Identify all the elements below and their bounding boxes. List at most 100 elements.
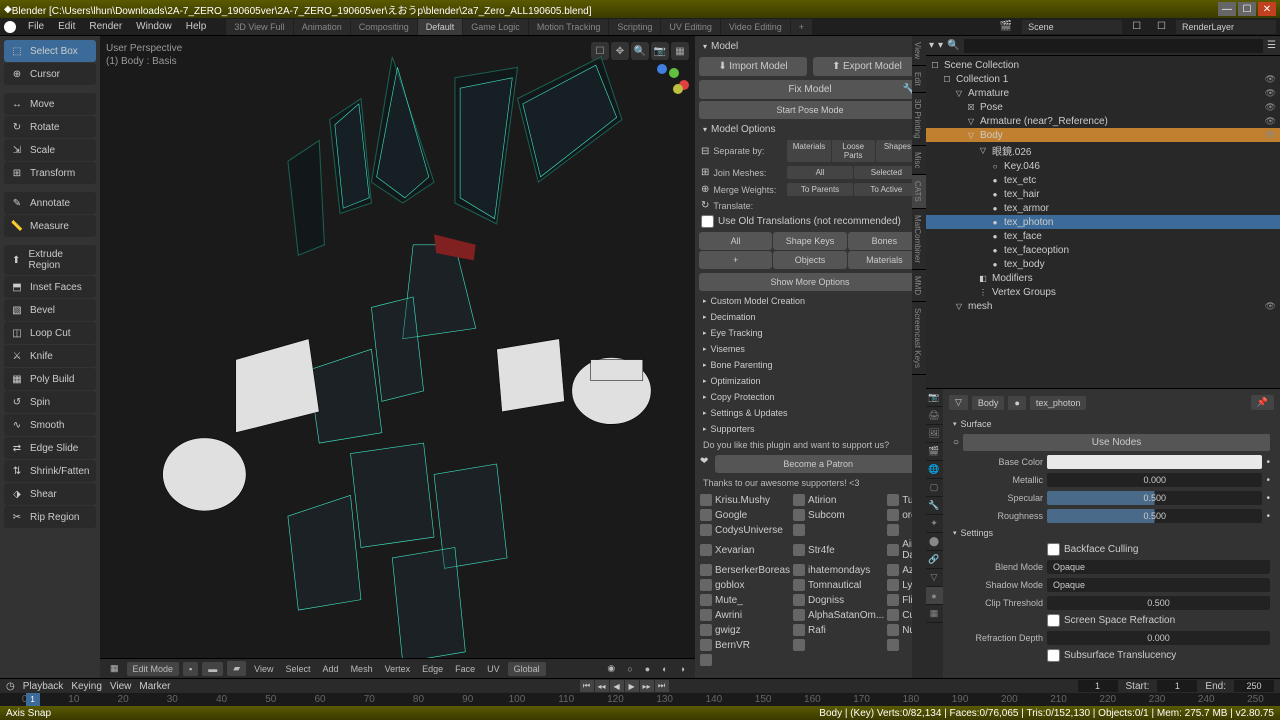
view-camera-icon[interactable]: 📷 — [651, 42, 669, 60]
prop-material-name[interactable]: tex_photon — [1030, 396, 1087, 410]
timeline-icon[interactable]: ◷ — [6, 681, 15, 692]
orientation-gizmo[interactable] — [649, 64, 689, 104]
workspace-tab[interactable]: Animation — [294, 19, 350, 35]
metallic-value[interactable]: 0.000 — [1047, 473, 1262, 487]
tool-bevel[interactable]: ▧Bevel — [4, 299, 96, 321]
tree-item[interactable]: ▽Armature (near?_Reference)👁 — [925, 114, 1280, 128]
viewmenu-uv[interactable]: UV — [483, 662, 504, 676]
prop-tab-constraint-icon[interactable]: 🔗 — [925, 551, 943, 569]
translate-materials-button[interactable]: Materials — [848, 251, 921, 269]
merge-active-button[interactable]: To Active — [854, 183, 919, 196]
side-tab-cats[interactable]: CATS — [912, 175, 926, 209]
translate-shapekeys-button[interactable]: Shape Keys — [773, 232, 846, 250]
tree-item[interactable]: ▽Armature👁 — [925, 86, 1280, 100]
tool-select-box[interactable]: ⬚Select Box — [4, 40, 96, 62]
tree-item[interactable]: ●tex_face — [925, 229, 1280, 243]
prop-tab-render-icon[interactable]: 📷 — [925, 389, 943, 407]
workspace-tab[interactable]: Video Editing — [721, 19, 790, 35]
select-mode-edge-icon[interactable]: ▬ — [202, 662, 223, 676]
editor-type-icon[interactable]: ▦ — [106, 661, 123, 676]
shading-solid-icon[interactable]: ● — [641, 662, 654, 676]
tool-poly-build[interactable]: ▦Poly Build — [4, 368, 96, 390]
menu-edit[interactable]: Edit — [52, 19, 81, 34]
workspace-tab[interactable]: Scripting — [609, 19, 660, 35]
3d-viewport[interactable]: User Perspective (1) Body : Basis ☐ ✥ 🔍 … — [100, 36, 695, 678]
shading-rendered-icon[interactable]: ◑ — [676, 662, 689, 676]
tree-item[interactable]: ●tex_hair — [925, 187, 1280, 201]
translate-all-button[interactable]: All — [699, 232, 772, 250]
workspace-tab-active[interactable]: Default — [418, 19, 463, 35]
timeline-view[interactable]: View — [110, 681, 132, 692]
select-mode-vert-icon[interactable]: ▪ — [183, 662, 198, 676]
current-frame-input[interactable] — [1078, 680, 1118, 692]
end-frame-input[interactable] — [1234, 680, 1274, 692]
translate-add-button[interactable]: + — [699, 251, 772, 269]
timeline-keying[interactable]: Keying — [71, 681, 102, 692]
cats-section-eye-tracking[interactable]: Eye Tracking — [697, 325, 923, 341]
cats-model-header[interactable]: Model — [697, 38, 923, 55]
show-more-options-button[interactable]: Show More Options — [699, 273, 921, 291]
start-pose-mode-button[interactable]: Start Pose Mode — [699, 101, 921, 119]
base-color-swatch[interactable] — [1047, 455, 1262, 469]
tool-extrude-region[interactable]: ⬆Extrude Region — [4, 245, 96, 275]
old-translations-checkbox[interactable] — [701, 215, 714, 228]
prop-tab-modifier-icon[interactable]: 🔧 — [925, 497, 943, 515]
separate-loose-button[interactable]: Loose Parts — [832, 140, 875, 162]
refraction-depth-value[interactable]: 0.000 — [1047, 631, 1270, 645]
next-key-icon[interactable]: ▸▸ — [640, 680, 654, 692]
prop-object-name[interactable]: Body — [972, 396, 1005, 410]
outliner-mode-icon[interactable]: ▾ — [929, 40, 934, 51]
viewmenu-edge[interactable]: Edge — [418, 662, 447, 676]
translate-bones-button[interactable]: Bones — [848, 232, 921, 250]
transform-orientation[interactable]: Global — [508, 662, 546, 676]
prop-tab-texture-icon[interactable]: ▦ — [925, 605, 943, 623]
tool-scale[interactable]: ⇲Scale — [4, 139, 96, 161]
side-tab-misc[interactable]: Misc — [912, 146, 926, 175]
prop-tab-physics-icon[interactable]: ⬤ — [925, 533, 943, 551]
cats-section-visemes[interactable]: Visemes — [697, 341, 923, 357]
tool-rip-region[interactable]: ✂Rip Region — [4, 506, 96, 528]
tree-item[interactable]: ●tex_body — [925, 257, 1280, 271]
timeline-track[interactable]: 1 01020304050607080901001101201301401501… — [0, 693, 1280, 706]
prop-tab-material-icon[interactable]: ● — [925, 587, 943, 605]
workspace-tab[interactable]: 3D View Full — [226, 19, 292, 35]
menu-file[interactable]: File — [22, 19, 50, 34]
ssr-checkbox[interactable] — [1047, 614, 1060, 627]
visibility-icon[interactable]: 👁 — [1265, 74, 1276, 85]
viewmenu-add[interactable]: Add — [319, 662, 343, 676]
fix-model-button[interactable]: Fix Model🔧 — [699, 80, 921, 99]
visibility-icon[interactable]: 👁 — [1265, 102, 1276, 113]
export-model-button[interactable]: ⬆ Export Model — [813, 57, 921, 76]
workspace-add[interactable]: + — [791, 19, 812, 35]
outliner-filter-icon[interactable]: ▾ — [938, 40, 943, 51]
outliner-search-input[interactable] — [964, 39, 1264, 53]
menu-render[interactable]: Render — [83, 19, 128, 34]
view-persp-icon[interactable]: ▦ — [671, 42, 689, 60]
workspace-tab[interactable]: Motion Tracking — [529, 19, 609, 35]
shading-lookdev-icon[interactable]: ◐ — [658, 662, 671, 676]
side-tab-screencast[interactable]: Screencast Keys — [912, 302, 926, 375]
timeline-playback[interactable]: Playback — [23, 681, 64, 692]
cats-section-bone-parenting[interactable]: Bone Parenting — [697, 357, 923, 373]
clip-threshold-value[interactable]: 0.500 — [1047, 596, 1270, 610]
tool-smooth[interactable]: ∿Smooth — [4, 414, 96, 436]
tool-measure[interactable]: 📏Measure — [4, 215, 96, 237]
mode-selector[interactable]: Edit Mode — [127, 662, 180, 676]
prop-tab-object-icon[interactable]: ▢ — [925, 479, 943, 497]
join-selected-button[interactable]: Selected — [854, 166, 919, 179]
tree-item[interactable]: ▽眼鏡.026 — [925, 142, 1280, 159]
viewmenu-mesh[interactable]: Mesh — [347, 662, 377, 676]
minimize-button[interactable]: — — [1218, 2, 1236, 16]
tool-shrink/fatten[interactable]: ⇅Shrink/Fatten — [4, 460, 96, 482]
roughness-value[interactable]: 0.500 — [1047, 509, 1262, 523]
tree-item[interactable]: ○Key.046 — [925, 159, 1280, 173]
tool-loop-cut[interactable]: ◫Loop Cut — [4, 322, 96, 344]
prev-key-icon[interactable]: ◂◂ — [595, 680, 609, 692]
tool-knife[interactable]: ⚔Knife — [4, 345, 96, 367]
workspace-tab[interactable]: UV Editing — [661, 19, 720, 35]
timeline-cursor[interactable]: 1 — [26, 693, 40, 706]
view-select-icon[interactable]: ☐ — [591, 42, 609, 60]
tree-item[interactable]: ☒Pose👁 — [925, 100, 1280, 114]
tool-move[interactable]: ↔Move — [4, 93, 96, 115]
jump-start-icon[interactable]: ⏮ — [580, 680, 594, 692]
